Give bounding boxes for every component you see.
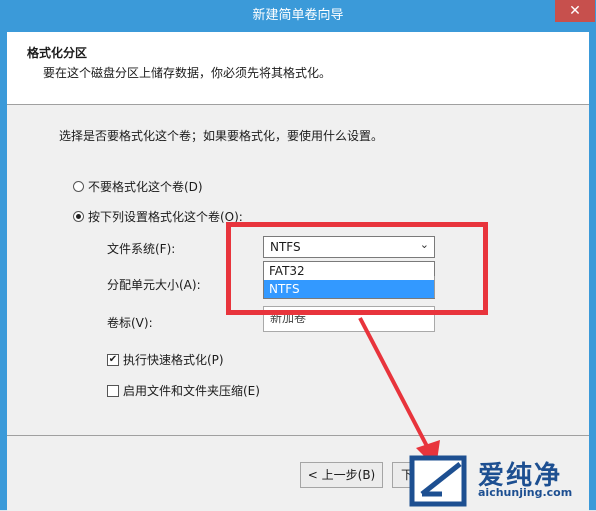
watermark-url: aichunjing.com [478,486,573,499]
annotation-arrow-line [358,317,432,453]
watermark: 爱纯净 aichunjing.com [408,452,594,510]
annotation-arrow [358,317,440,468]
watermark-logo-icon [409,455,467,507]
